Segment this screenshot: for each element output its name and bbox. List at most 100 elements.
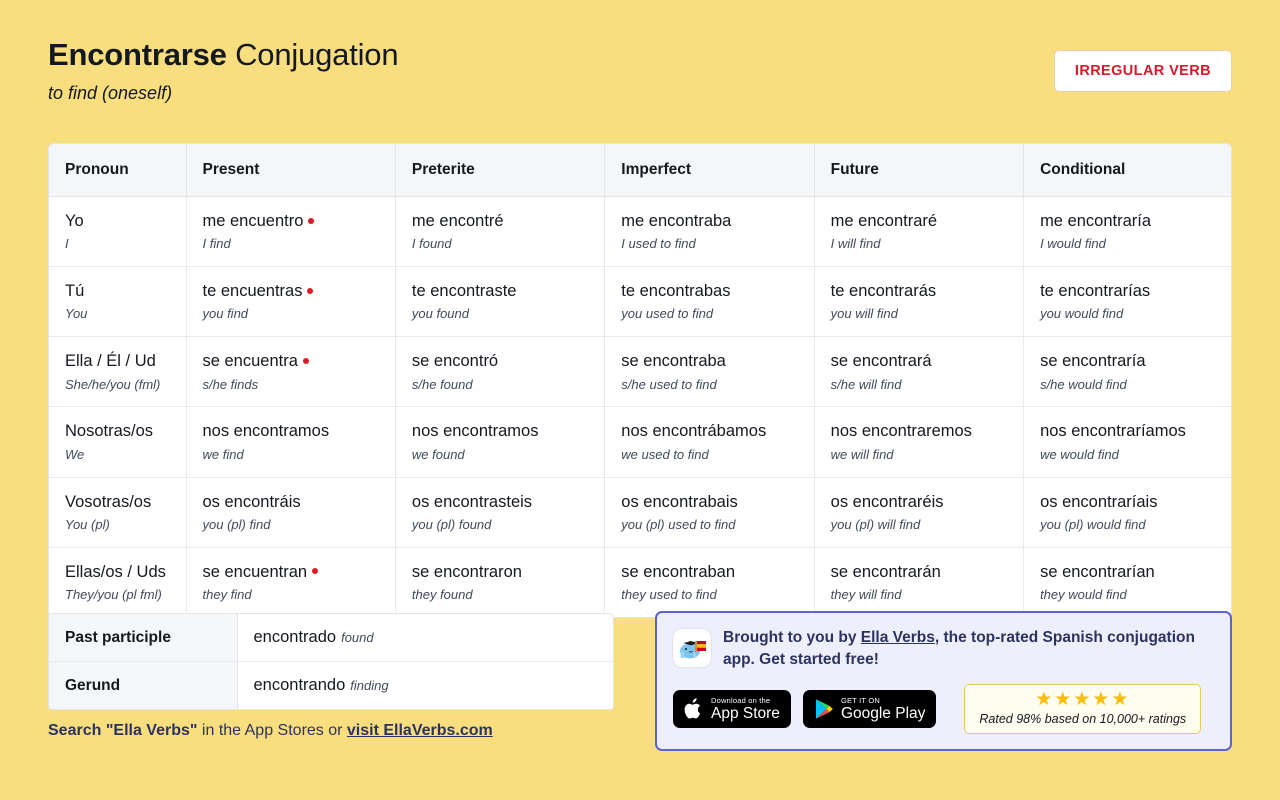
conjugation-gloss: I will find	[830, 236, 881, 252]
conjugation-form-text: me encontraré	[830, 212, 938, 230]
title-suffix: Conjugation	[226, 37, 399, 72]
promo-box: Brought to you by Ella Verbs, the top-ra…	[655, 611, 1232, 751]
ella-verbs-app-icon	[673, 629, 711, 667]
google-play-small-text: GET IT ON	[840, 695, 880, 705]
verb-name: Encontrarse	[48, 37, 227, 72]
pronoun-cell: Tú You	[49, 266, 187, 338]
conjugation-form: se encontrarán	[831, 561, 1023, 583]
conjugation-gloss: s/he will find	[830, 376, 902, 392]
rating-badge: ★★★★★ Rated 98% based on 10,000+ ratings	[964, 684, 1202, 735]
conjugation-form: se encontraría	[1040, 350, 1231, 372]
conjugation-gloss: s/he finds	[202, 376, 259, 392]
pronoun-text: Ella / Él / Ud	[65, 352, 156, 371]
table-row: Nosotras/os We nos encontramos we find nos e…	[49, 406, 1231, 478]
promo-text: Brought to you by Ella Verbs, the top-ra…	[723, 627, 1214, 670]
pronoun-text: Ellas/os / Uds	[65, 562, 166, 581]
ellaverbs-website-link[interactable]: visit EllaVerbs.com	[347, 722, 493, 739]
conjugation-form-text: os encontrabais	[621, 492, 738, 511]
conjugation-form-text: me encontré	[411, 212, 504, 230]
conjugation-cell: me encontraré I will find	[814, 196, 1025, 268]
conjugation-cell: te encontrarás you will find	[814, 266, 1025, 338]
conjugation-form-text: me encuentro	[202, 212, 304, 230]
conjugation-form: os encontráis	[203, 491, 395, 513]
conjugation-form: me encontraba	[621, 210, 813, 232]
rating-text: Rated 98% based on 10,000+ ratings	[979, 712, 1187, 727]
conjugation-form-text: se encontraría	[1040, 352, 1146, 371]
app-store-button[interactable]: Download on the App Store	[673, 690, 791, 729]
conjugation-cell: se encontraron they found	[395, 547, 606, 617]
conjugation-cell: se encontrarían they would find	[1024, 547, 1231, 617]
pronoun-cell: Ella / Él / Ud She/he/you (fml)	[49, 336, 187, 408]
search-hint: Search "Ella Verbs" in the App Stores or…	[48, 722, 493, 740]
conjugation-cell: se encontraba s/he used to find	[604, 336, 815, 408]
conjugation-form: me encontraría	[1040, 210, 1231, 232]
nonfinite-form: encontrando	[253, 676, 346, 694]
conjugation-gloss: you (pl) find	[202, 516, 271, 532]
conjugation-form-text: os encontraréis	[830, 492, 944, 511]
table-row: Tú You te encuentras you find te encontraste…	[49, 266, 1231, 338]
google-play-icon	[815, 699, 833, 720]
conjugation-cell: me encuentro I find	[186, 196, 396, 268]
conjugation-form: se encontraron	[412, 561, 604, 583]
conjugation-cell: nos encontramos we find	[186, 406, 396, 478]
conjugation-form-text: se encontraba	[621, 352, 726, 371]
pronoun-gloss: You	[65, 306, 88, 322]
conjugation-form: se encontrará	[831, 350, 1023, 372]
conjugation-gloss: they will find	[830, 587, 902, 603]
conjugation-form: nos encontraremos	[831, 420, 1023, 442]
nonfinite-value: encontrando finding	[237, 662, 613, 710]
conjugation-cell: nos encontraríamos we would find	[1023, 406, 1231, 478]
conjugation-form-text: te encontrabas	[621, 282, 731, 301]
irregular-marker-icon	[307, 287, 314, 294]
conjugation-table: Pronoun Present Preterite Imperfect Futu…	[49, 144, 1231, 617]
column-header-conditional: Conditional	[1023, 144, 1231, 197]
conjugation-gloss: they found	[411, 587, 473, 603]
irregular-marker-icon	[302, 357, 309, 364]
conjugation-form: te encuentras	[203, 280, 395, 302]
ella-verbs-link[interactable]: Ella Verbs	[861, 629, 935, 646]
promo-bottom-row: Download on the App Store GET IT ON Goog…	[673, 684, 1214, 735]
conjugation-cell: os encontrasteis you (pl) found	[395, 477, 606, 548]
conjugation-form: se encontró	[412, 350, 604, 372]
conjugation-form-text: me encontraba	[621, 212, 732, 230]
star-rating-icon: ★★★★★	[1035, 689, 1131, 711]
conjugation-gloss: you would find	[1040, 306, 1124, 322]
conjugation-gloss: they would find	[1040, 587, 1127, 603]
google-play-button[interactable]: GET IT ON Google Play	[802, 690, 937, 729]
conjugation-form: nos encontramos	[412, 420, 604, 442]
conjugation-cell: se encontró s/he found	[395, 336, 606, 408]
pronoun-gloss: We	[65, 446, 85, 462]
conjugation-table-container: Pronoun Present Preterite Imperfect Futu…	[48, 143, 1232, 618]
conjugation-table-body: Yo Ime encuentro I find me encontré I found m…	[49, 196, 1231, 617]
conjugation-form: te encontrabas	[621, 280, 813, 302]
conjugation-form: te encontrarías	[1040, 280, 1231, 302]
conjugation-form-text: se encontrarán	[830, 562, 941, 581]
conjugation-form-text: nos encontramos	[411, 422, 539, 441]
conjugation-form: te encontrarás	[831, 280, 1023, 302]
conjugation-form-text: se encontraron	[411, 562, 522, 581]
app-store-small-text: Download on the	[711, 695, 771, 705]
conjugation-form-text: se encontrará	[830, 352, 932, 371]
conjugation-gloss: you used to find	[621, 306, 714, 322]
conjugation-form-text: nos encontramos	[202, 422, 330, 441]
conjugation-gloss: you (pl) used to find	[621, 516, 736, 532]
conjugation-form: nos encontraríamos	[1040, 420, 1231, 442]
conjugation-gloss: we will find	[830, 446, 894, 462]
conjugation-form-text: se encontrarían	[1040, 562, 1155, 581]
conjugation-gloss: you (pl) found	[411, 516, 492, 532]
table-row: Ella / Él / Ud She/he/you (fml) se encuent…	[49, 336, 1231, 408]
conjugation-cell: os encontrabais you (pl) used to find	[604, 477, 815, 548]
conjugation-form-text: se encontraban	[621, 562, 736, 581]
table-header-row: Pronoun Present Preterite Imperfect Futu…	[49, 144, 1231, 197]
conjugation-cell: nos encontrábamos we used to find	[604, 406, 815, 478]
conjugation-form-text: te encontraste	[411, 282, 517, 301]
conjugation-cell: nos encontraremos we will find	[814, 406, 1025, 478]
pronoun-gloss: I	[65, 236, 69, 252]
conjugation-form-text: te encontrarías	[1040, 282, 1151, 301]
conjugation-gloss: you will find	[830, 306, 898, 322]
pronoun-cell: Vosotras/os You (pl)	[49, 477, 187, 548]
nonfinite-forms-body: Past participle encontrado found Gerund enco…	[49, 614, 613, 709]
conjugation-form: me encontraré	[831, 210, 1023, 232]
conjugation-form-text: se encuentran	[202, 562, 308, 581]
promo-top-row: Brought to you by Ella Verbs, the top-ra…	[673, 627, 1214, 670]
